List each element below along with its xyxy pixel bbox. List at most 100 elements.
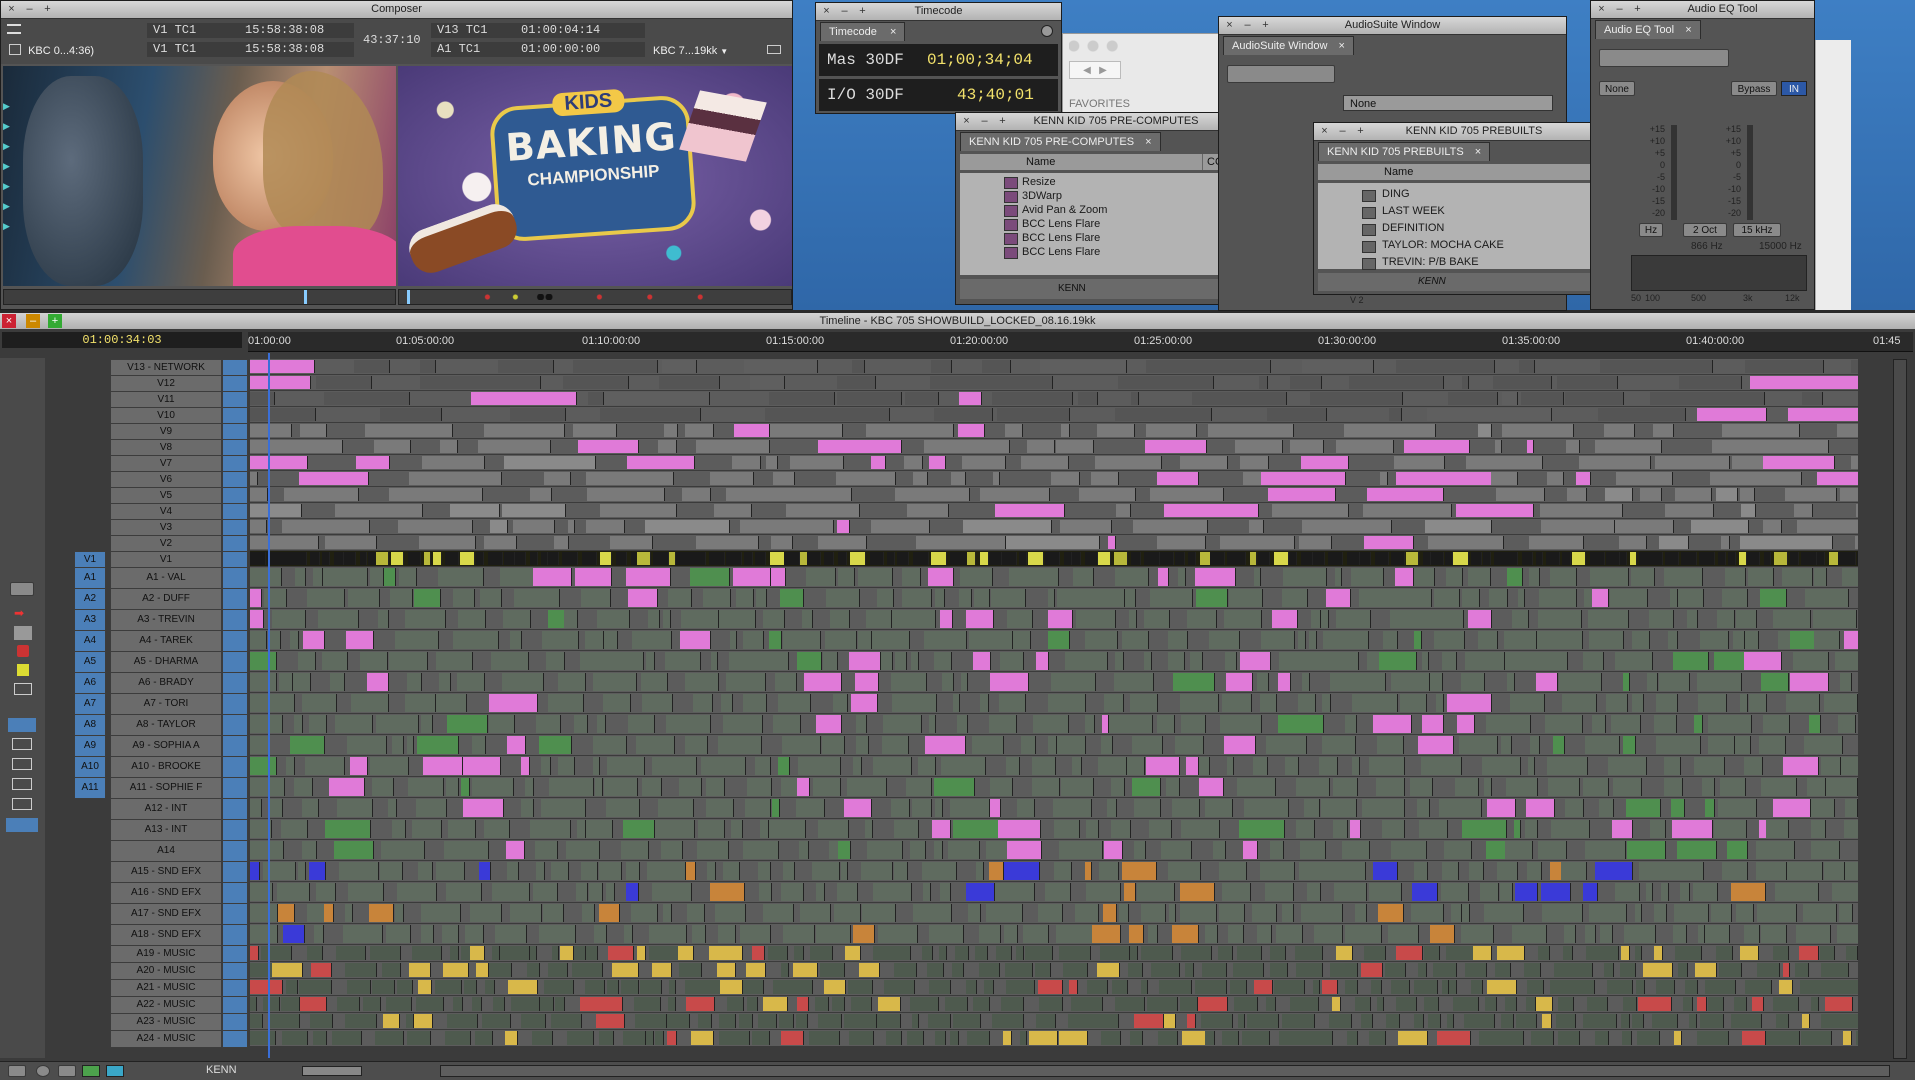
clip[interactable] (1222, 1031, 1239, 1045)
clip[interactable] (980, 694, 989, 712)
clip[interactable] (1103, 904, 1117, 922)
clip[interactable] (892, 610, 936, 628)
clip[interactable] (1347, 552, 1360, 565)
clip[interactable] (1607, 980, 1633, 994)
clip[interactable] (1773, 997, 1799, 1011)
clip[interactable] (597, 610, 630, 628)
track-selector[interactable]: A17 - SND EFX (110, 903, 222, 925)
clip[interactable] (1761, 778, 1797, 796)
clip[interactable] (1278, 673, 1291, 691)
clip[interactable] (1493, 376, 1552, 389)
clip[interactable] (1636, 980, 1645, 994)
clip[interactable] (406, 1014, 414, 1028)
clip[interactable] (729, 652, 746, 670)
zoom-icon[interactable]: + (856, 5, 869, 17)
clip[interactable] (784, 552, 800, 565)
list-item[interactable]: Avid Pan & Zoom (960, 203, 1262, 217)
clip[interactable] (1589, 631, 1624, 649)
clip[interactable] (1410, 778, 1433, 796)
clip[interactable] (1127, 757, 1145, 775)
clip[interactable] (1051, 673, 1096, 691)
clip[interactable] (1600, 360, 1713, 373)
track-selector[interactable]: A20 - MUSIC (110, 962, 222, 980)
clip[interactable] (535, 841, 558, 859)
clip[interactable] (1006, 757, 1020, 775)
clip[interactable] (989, 862, 1004, 880)
clip[interactable] (1220, 536, 1295, 549)
clip[interactable] (640, 980, 662, 994)
clip[interactable] (1242, 1031, 1270, 1045)
clip[interactable] (356, 456, 390, 469)
clip[interactable] (649, 946, 679, 960)
clip[interactable] (1195, 568, 1236, 586)
clip[interactable] (778, 694, 811, 712)
clip[interactable] (996, 946, 1012, 960)
clip[interactable] (1228, 925, 1244, 943)
clip[interactable] (604, 778, 638, 796)
clip[interactable] (1473, 946, 1492, 960)
clip[interactable] (1675, 488, 1712, 501)
clip[interactable] (332, 1031, 362, 1045)
clip[interactable] (1624, 925, 1656, 943)
clip[interactable] (1063, 963, 1088, 977)
clip[interactable] (1332, 997, 1341, 1011)
clip[interactable] (1233, 963, 1264, 977)
clip[interactable] (979, 925, 1001, 943)
video-track-lane[interactable] (250, 487, 1858, 502)
clip[interactable] (551, 862, 569, 880)
clip[interactable] (397, 883, 437, 901)
track-selector[interactable]: A12 - INT (110, 798, 222, 820)
clip[interactable] (250, 408, 316, 421)
clip[interactable] (1400, 694, 1427, 712)
clip[interactable] (587, 488, 665, 501)
clip[interactable] (478, 440, 551, 453)
clip[interactable] (472, 997, 482, 1011)
clip[interactable] (1797, 520, 1858, 533)
close-icon[interactable]: × (2, 314, 16, 328)
clip[interactable] (1446, 946, 1474, 960)
clip[interactable] (460, 552, 475, 565)
clip[interactable] (1796, 925, 1831, 943)
clip[interactable] (794, 946, 804, 960)
track-selector[interactable]: A4 - TAREK (110, 630, 222, 652)
clip[interactable] (1054, 862, 1072, 880)
clip[interactable] (1186, 757, 1199, 775)
clip[interactable] (1733, 631, 1745, 649)
clip[interactable] (1790, 673, 1829, 691)
clip[interactable] (966, 610, 994, 628)
clip[interactable] (1247, 1014, 1279, 1028)
film-icon[interactable] (58, 1065, 76, 1077)
clip[interactable] (290, 736, 325, 754)
video-track-lane[interactable] (250, 439, 1858, 454)
clip[interactable] (510, 904, 542, 922)
clip[interactable] (1276, 925, 1303, 943)
clip[interactable] (1013, 631, 1031, 649)
clip[interactable] (1592, 589, 1609, 607)
clip[interactable] (539, 925, 576, 943)
clip[interactable] (963, 520, 1052, 533)
clip[interactable] (823, 652, 838, 670)
clip[interactable] (1722, 424, 1800, 437)
clip[interactable] (1506, 778, 1538, 796)
clip[interactable] (325, 820, 371, 838)
clip[interactable] (314, 925, 324, 943)
clip[interactable] (1237, 946, 1262, 960)
clip[interactable] (1056, 440, 1094, 453)
clip[interactable] (346, 631, 374, 649)
clip[interactable] (1468, 610, 1492, 628)
clip[interactable] (1190, 652, 1203, 670)
clip[interactable] (1616, 472, 1673, 485)
clip[interactable] (1565, 392, 1624, 405)
clip[interactable] (1462, 589, 1480, 607)
clip[interactable] (1101, 736, 1113, 754)
clip[interactable] (1351, 568, 1384, 586)
clip[interactable] (348, 883, 384, 901)
clip[interactable] (750, 376, 785, 389)
clip[interactable] (1720, 778, 1746, 796)
clip[interactable] (1529, 568, 1540, 586)
clip[interactable] (1675, 946, 1702, 960)
clip[interactable] (877, 589, 894, 607)
audio-monitor-toggle[interactable] (222, 945, 248, 963)
clip[interactable] (770, 424, 843, 437)
tab-precomputes[interactable]: KENN KID 705 PRE-COMPUTES × (960, 132, 1161, 151)
